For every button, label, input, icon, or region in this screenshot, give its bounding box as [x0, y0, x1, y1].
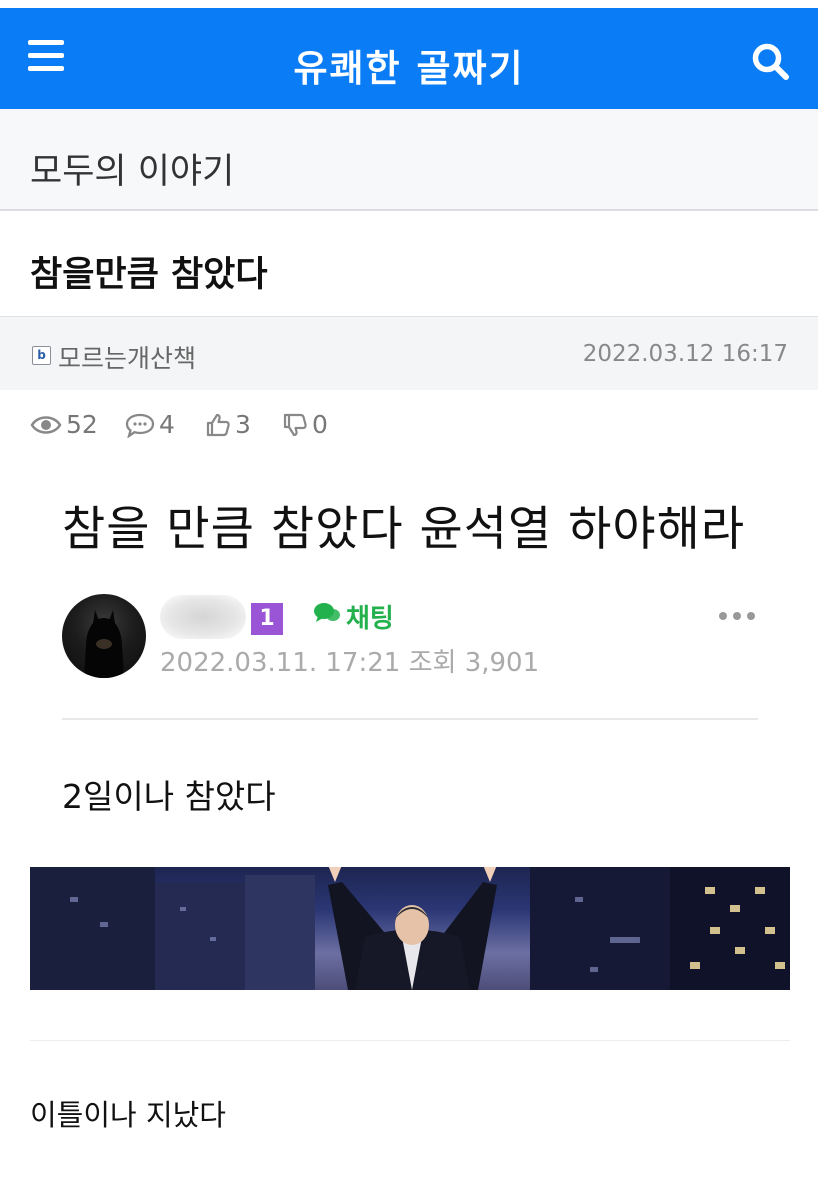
- eye-icon: [30, 413, 62, 437]
- likes-stat[interactable]: 3: [205, 410, 251, 439]
- board-header: 모두의 이야기: [0, 109, 818, 211]
- site-title[interactable]: 유쾌한 골짜기: [0, 38, 818, 92]
- chat-link[interactable]: 채팅: [312, 598, 394, 635]
- dislikes-count: 0: [312, 410, 328, 439]
- divider: [30, 1040, 790, 1041]
- board-name[interactable]: 모두의 이야기: [30, 143, 234, 194]
- chat-label: 채팅: [346, 604, 394, 634]
- comments-count: 4: [159, 410, 175, 439]
- views-count: 52: [66, 410, 98, 439]
- author-name[interactable]: 모르는개산책: [58, 339, 196, 375]
- comments-stat: 4: [125, 410, 175, 439]
- cafe-post-meta: 2022.03.11. 17:21 조회 3,901: [160, 648, 540, 678]
- blog-badge-icon: b: [32, 346, 51, 365]
- post-photo: [30, 867, 790, 990]
- avatar[interactable]: [62, 594, 146, 678]
- thumbs-down-icon[interactable]: [282, 412, 308, 438]
- dislikes-stat[interactable]: 0: [282, 410, 328, 439]
- level-badge: 1: [251, 603, 283, 635]
- search-icon[interactable]: [750, 41, 792, 83]
- more-options-icon[interactable]: [719, 612, 755, 622]
- body-text: 2일이나 참았다: [62, 777, 276, 816]
- post-date: 2022.03.12 16:17: [582, 341, 788, 367]
- chat-bubble-icon: [312, 601, 346, 632]
- top-app-bar: 유쾌한 골짜기: [0, 8, 818, 109]
- body-text: 이틀이나 지났다: [30, 1098, 226, 1132]
- post-title: 참을만큼 참았다: [30, 255, 268, 295]
- post-meta-bar: b 모르는개산책 2022.03.12 16:17: [0, 316, 818, 390]
- comment-icon: [125, 412, 155, 438]
- views-stat: 52: [30, 410, 98, 439]
- embedded-post-headline: 참을 만큼 참았다 윤석열 하야해라: [62, 502, 746, 557]
- likes-count: 3: [235, 410, 251, 439]
- blurred-nickname: [160, 595, 246, 639]
- divider: [62, 718, 758, 720]
- thumbs-up-icon[interactable]: [205, 412, 231, 438]
